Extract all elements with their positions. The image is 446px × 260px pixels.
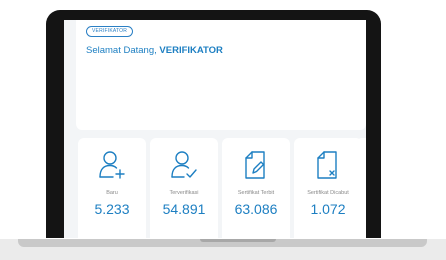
stat-value: 63.086 bbox=[234, 201, 278, 217]
document-revoke-icon bbox=[317, 151, 337, 179]
user-add-icon bbox=[99, 151, 125, 179]
stat-card-sertifikat-terbit[interactable]: Sertifikat Terbit 63.086 bbox=[222, 138, 290, 238]
stat-card-partial bbox=[356, 138, 366, 238]
stat-value: 5.233 bbox=[94, 201, 130, 217]
laptop-base bbox=[18, 239, 427, 247]
laptop-screen: VERIFIKATOR Selamat Datang, VERIFIKATOR … bbox=[64, 20, 366, 238]
stat-label: Sertifikat Terbit bbox=[237, 190, 275, 196]
stat-card-terverifikasi[interactable]: Terverifikasi 54.891 bbox=[150, 138, 218, 238]
welcome-card: VERIFIKATOR Selamat Datang, VERIFIKATOR bbox=[76, 20, 366, 130]
stat-label: Sertifikat Dicabut bbox=[307, 190, 349, 196]
welcome-message: Selamat Datang, VERIFIKATOR bbox=[86, 45, 223, 56]
stat-value: 54.891 bbox=[162, 201, 206, 217]
role-badge: VERIFIKATOR bbox=[86, 26, 134, 37]
stat-card-sertifikat-dicabut[interactable]: Sertifikat Dicabut 1.072 bbox=[294, 138, 362, 238]
document-edit-icon bbox=[245, 151, 265, 179]
welcome-prefix: Selamat Datang, bbox=[86, 45, 160, 56]
stat-value: 1.072 bbox=[310, 201, 346, 217]
stat-card-baru[interactable]: Baru 5.233 bbox=[78, 138, 146, 238]
laptop-notch bbox=[200, 239, 276, 242]
welcome-name: VERIFIKATOR bbox=[159, 45, 223, 56]
user-check-icon bbox=[171, 151, 197, 178]
stat-label: Terverifikasi bbox=[169, 190, 199, 196]
stat-label: Baru bbox=[106, 190, 118, 196]
